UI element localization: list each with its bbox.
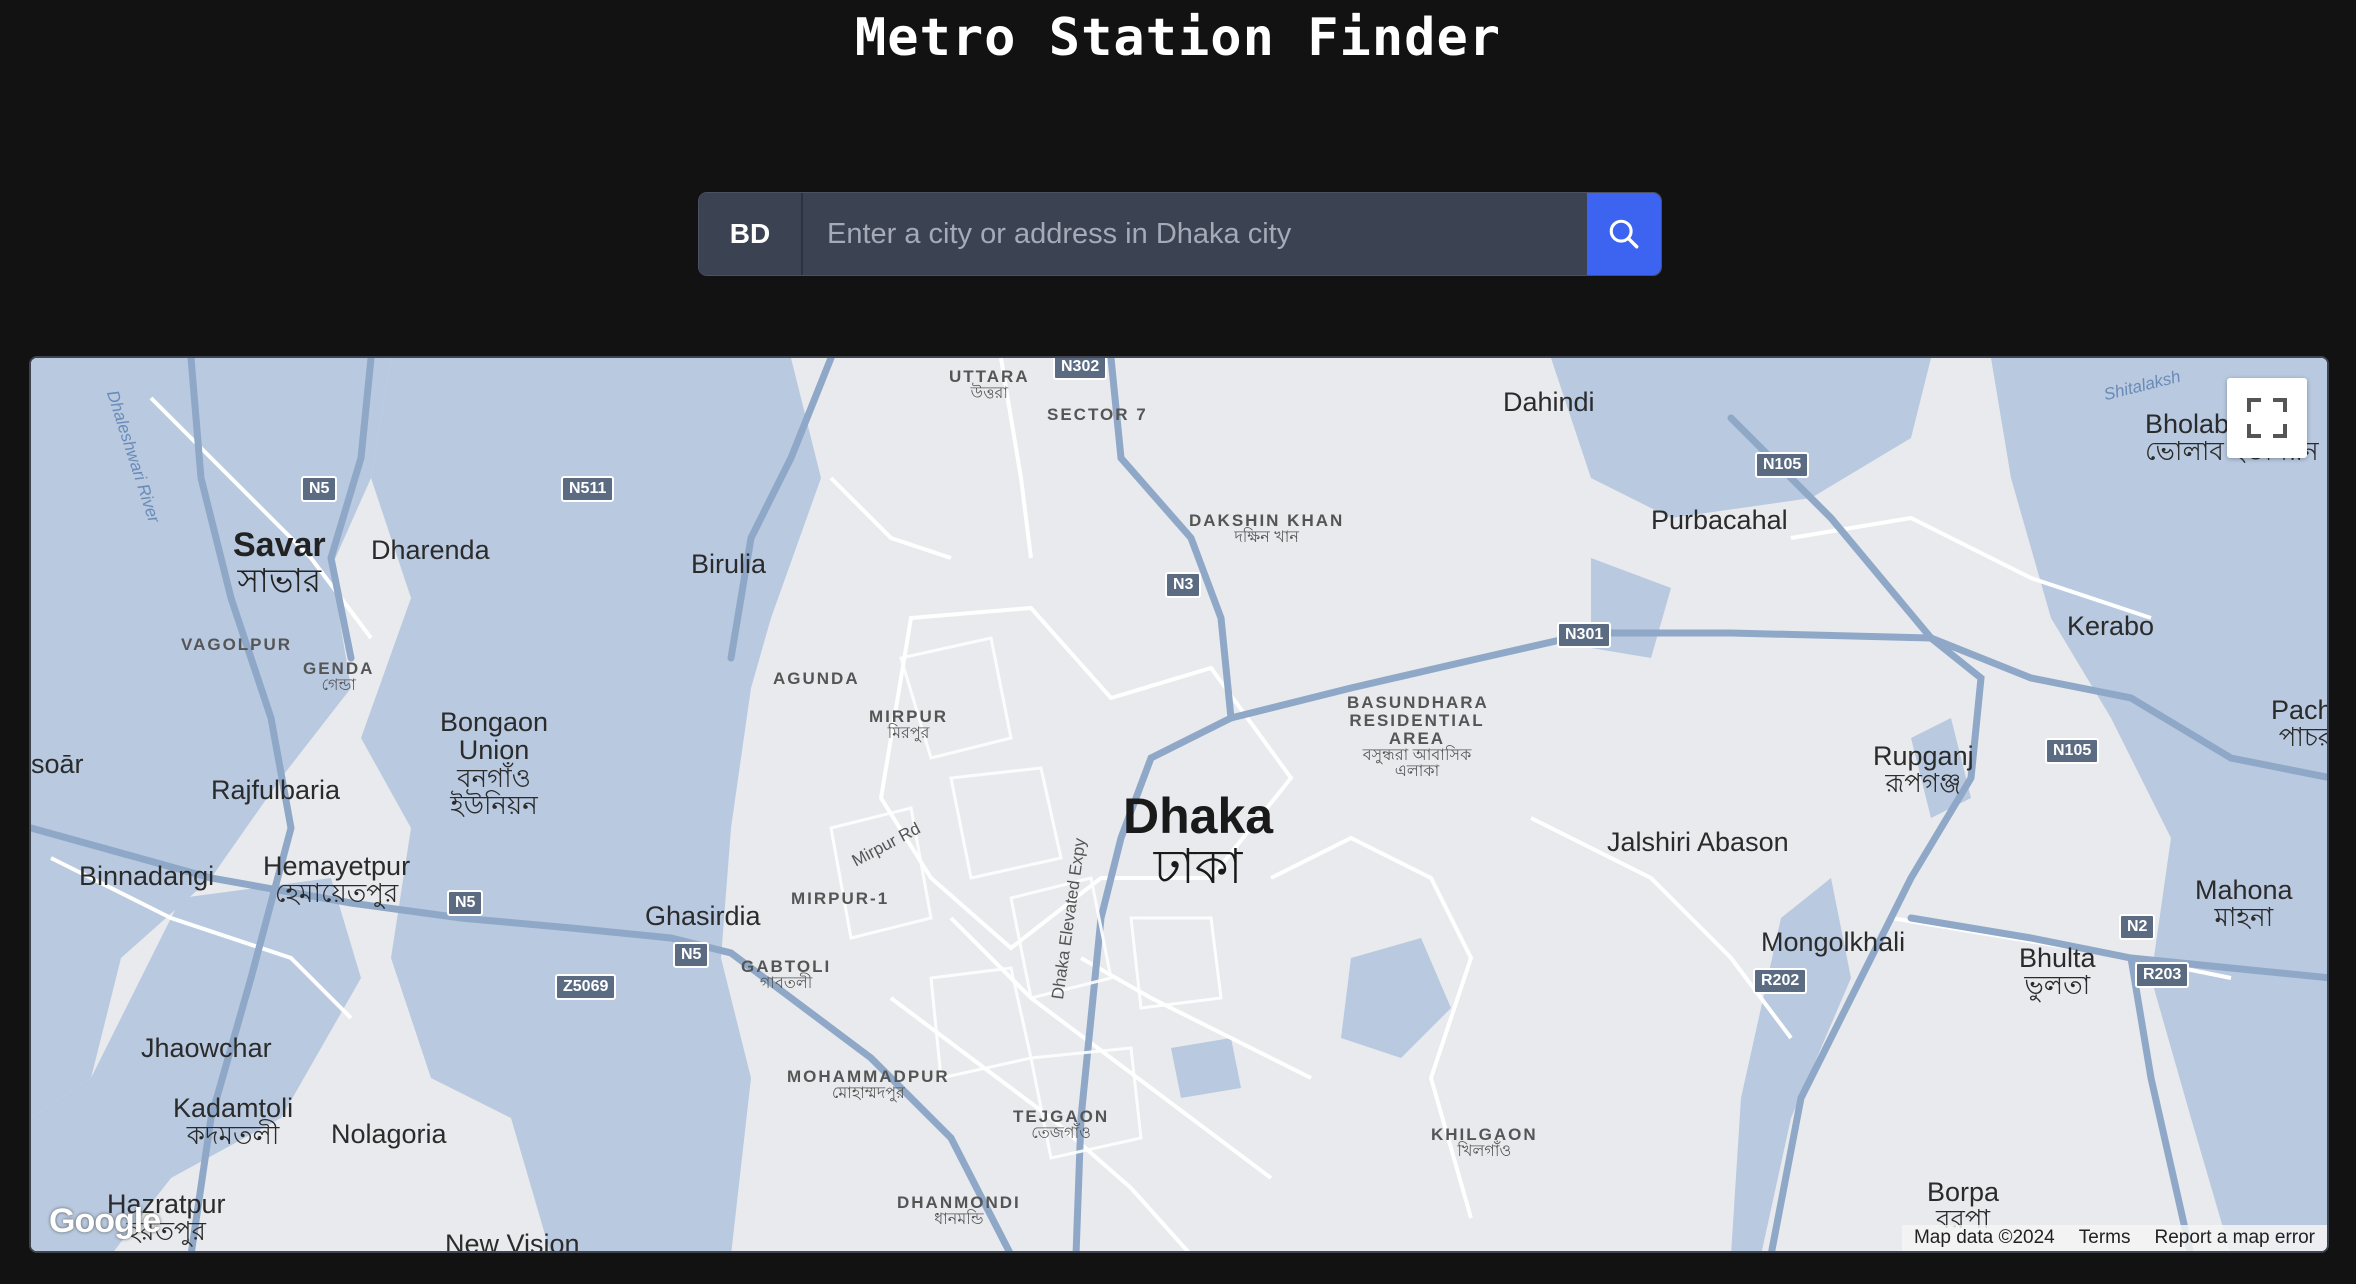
road-shield: Z5069 <box>555 974 617 1000</box>
road-shield: N5 <box>301 476 338 502</box>
map-attribution: Map data ©2024 Terms Report a map error <box>1901 1225 2327 1251</box>
map-label-dahindi: Dahindi <box>1503 387 1595 417</box>
map-label-khilgaon: KHILGAON খিলগাঁও <box>1431 1125 1538 1160</box>
map-label-mahona: Mahona মাহনা <box>2195 875 2293 933</box>
road-shield: N301 <box>1557 622 1612 648</box>
road-shield: R203 <box>2135 962 2190 988</box>
map-label-new-vision: New Vision <box>445 1229 580 1253</box>
map-label-tejgaon: TEJGAON তেজগাঁও <box>1013 1107 1110 1142</box>
road-shield: N2 <box>2119 914 2156 940</box>
map-label-nolagoria: Nolagoria <box>331 1119 447 1149</box>
road-shield: N105 <box>1755 452 1810 478</box>
fullscreen-icon <box>2247 398 2287 438</box>
map-label-binnadangi: Binnadangi <box>79 861 215 891</box>
map-label-dharenda: Dharenda <box>371 535 490 565</box>
road-shield: R202 <box>1753 968 1808 994</box>
map-label-kerabo: Kerabo <box>2067 611 2155 641</box>
map-label-genda: GENDA গেন্ডা <box>303 659 375 694</box>
map-label-savar: Savar সাভার <box>233 526 326 599</box>
map-label-purbacahal: Purbacahal <box>1651 505 1788 535</box>
map-label-bhulta: Bhulta ভুলতা <box>2019 943 2096 1001</box>
map-label-gabtoli: GABTOLI গাবতলী <box>741 957 832 992</box>
page-title: Metro Station Finder <box>854 8 1502 68</box>
map-label-dhanmondi: DHANMONDI ধানমন্ডি <box>897 1193 1021 1228</box>
map-label-vagolpur: VAGOLPUR <box>181 635 293 654</box>
map-label-uttara: UTTARA উত্তরা <box>949 367 1030 402</box>
country-code-badge[interactable]: BD <box>699 193 803 275</box>
map-view[interactable]: UTTARA উত্তরা SECTOR 7 Dahindi DAKSHIN KH… <box>29 356 2329 1253</box>
map-label-pachruk: Pachrukপাচরুখী <box>2271 695 2327 753</box>
map-label-mongolkhali: Mongolkhali <box>1761 927 1906 957</box>
map-label-jhaowchar: Jhaowchar <box>141 1033 272 1063</box>
map-label-ghasirdia: Ghasirdia <box>645 901 761 931</box>
fullscreen-button[interactable] <box>2227 378 2307 458</box>
map-label-dakshin-khan: DAKSHIN KHAN দক্ষিন খান <box>1189 511 1345 546</box>
google-logo: Google <box>49 1202 161 1240</box>
road-shield: N3 <box>1165 572 1202 598</box>
map-label-mirpur: MIRPUR মিরপুর <box>869 707 949 742</box>
terms-link[interactable]: Terms <box>2067 1225 2143 1251</box>
map-label-birulia: Birulia <box>691 549 767 579</box>
road-shield: N302 <box>1053 358 1108 380</box>
road-shield: N5 <box>673 942 710 968</box>
map-label-hemayetpur: Hemayetpur হেমায়েতপুর <box>263 851 411 909</box>
search-button[interactable] <box>1587 193 1661 275</box>
map-label-sector7: SECTOR 7 <box>1047 405 1148 424</box>
search-input[interactable] <box>803 193 1587 275</box>
map-label-jalshiri-abason: Jalshiri Abason <box>1607 827 1789 857</box>
map-label-rajfulbaria: Rajfulbaria <box>211 775 341 805</box>
map-label-dhaka: Dhaka ঢাকা <box>1123 788 1274 894</box>
road-shield: N511 <box>561 476 615 502</box>
map-label-mirpur1: MIRPUR-1 <box>791 889 890 908</box>
map-label-agunda: AGUNDA <box>773 669 860 688</box>
map-label-bongaon: Bongaon Union বনগাঁও ইউনিয়ন <box>439 707 549 820</box>
report-map-error-link[interactable]: Report a map error <box>2142 1225 2327 1251</box>
map-data-text: Map data ©2024 <box>1913 1227 2055 1248</box>
map-label-kadamtoli: Kadamtoli কদমতলী <box>173 1093 294 1151</box>
map-label-rupganj: Rupganj রূপগঞ্জ <box>1873 741 1974 799</box>
search-bar: BD <box>698 192 1662 276</box>
map-label-soar: soār <box>31 749 84 779</box>
search-icon <box>1609 219 1639 249</box>
map-label-basundhara: BASUNDHARA RESIDENTIAL AREA বসুন্ধরা আবাস… <box>1347 693 1489 781</box>
map-label-mohammadpur: MOHAMMADPUR মোহাম্মদপুর <box>787 1067 950 1102</box>
road-shield: N5 <box>447 890 484 916</box>
road-shield: N105 <box>2045 738 2100 764</box>
